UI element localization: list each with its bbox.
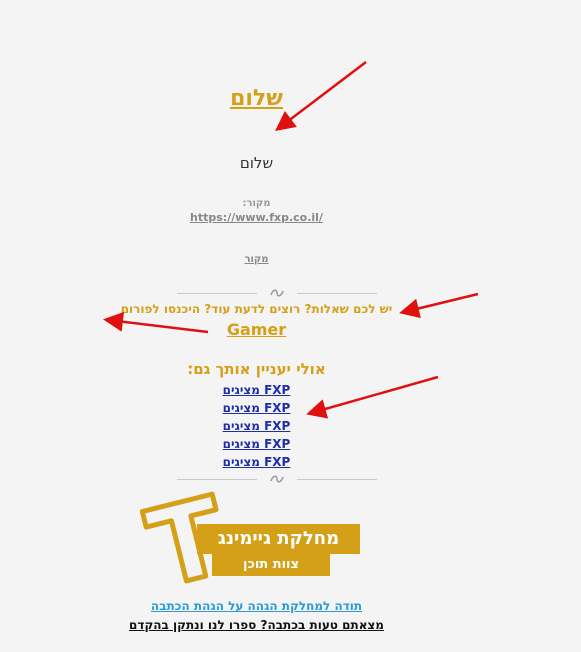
- source-link[interactable]: מקור: [0, 254, 513, 265]
- report-error-link[interactable]: מצאתם טעות בכתבה? ספרו לנו ונתקן בהקדם: [0, 618, 513, 632]
- related-links-list: FXP מציגים FXP מציגים FXP מציגים FXP מצי…: [0, 381, 513, 471]
- related-heading: אולי יעניין אותך גם:: [187, 360, 326, 378]
- related-link[interactable]: FXP מציגים: [0, 381, 513, 399]
- t-logo-icon: [140, 491, 219, 584]
- related-link[interactable]: FXP מציגים: [0, 399, 513, 417]
- related-link[interactable]: FXP מציגים: [0, 435, 513, 453]
- proofreading-thanks-link[interactable]: תודה למחלקת הגהה על הגהת הכתבה: [0, 599, 513, 613]
- forum-question-text: יש לכם שאלות? רוצים לדעת עוד? היכנסו לפו…: [120, 302, 393, 316]
- post-title[interactable]: שלום: [0, 86, 513, 111]
- ornament-divider: [177, 473, 377, 485]
- source-label: מקור:: [242, 198, 271, 209]
- related-link[interactable]: FXP מציגים: [0, 417, 513, 435]
- greeting-text: שלום: [239, 154, 274, 172]
- source-url-link[interactable]: https://www.fxp.co.il/: [0, 211, 513, 224]
- gamer-forum-link[interactable]: Gamer: [0, 320, 513, 339]
- related-link[interactable]: FXP מציגים: [0, 453, 513, 471]
- gaming-department-banner: מחלקת גיימינג צוות תוכן: [140, 488, 366, 588]
- ornament-icon: [270, 289, 284, 297]
- ornament-icon: [270, 475, 284, 483]
- ornament-divider: [177, 287, 377, 299]
